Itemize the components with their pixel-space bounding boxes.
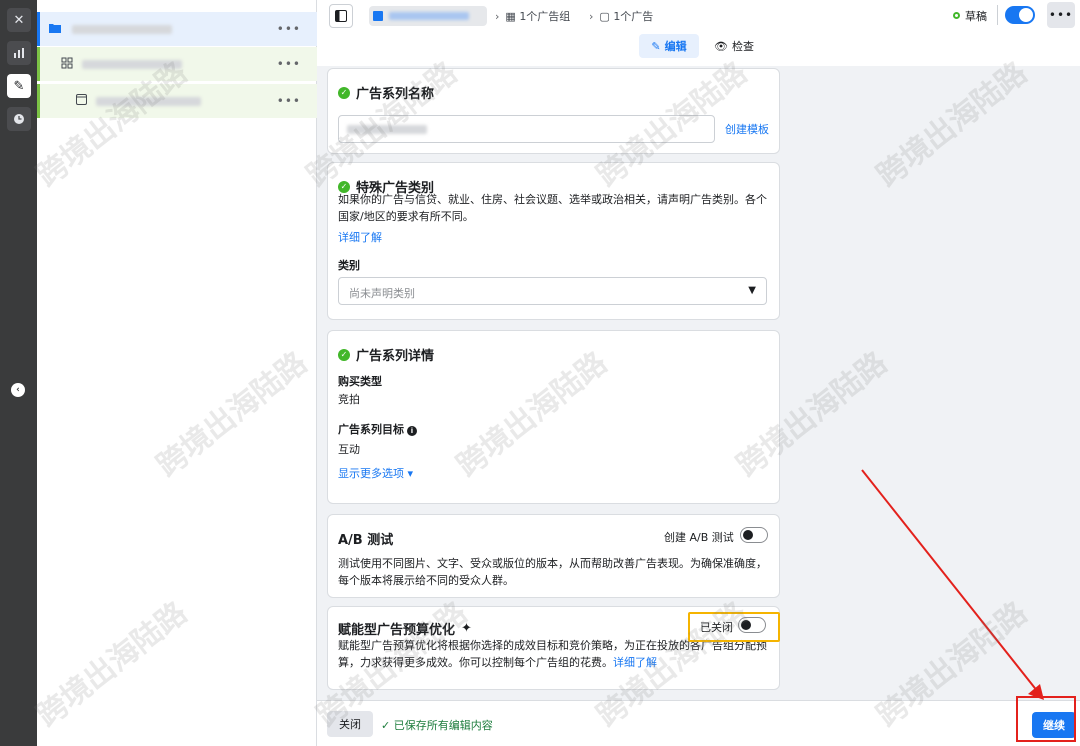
objective-label: 广告系列目标 i <box>338 421 417 437</box>
category-label: 类别 <box>338 259 360 272</box>
more-options-icon[interactable]: ••• <box>277 57 301 71</box>
learn-more-link[interactable]: 详细了解 <box>613 656 657 669</box>
more-options-icon[interactable]: ••• <box>277 94 301 108</box>
caret-down-icon: ▼ <box>748 285 756 296</box>
top-bar: › ▦ 1个广告组 › ▢ 1个广告 草稿 ••• ✎ 编辑 👁 检查 <box>317 0 1080 66</box>
campaign-name-redacted <box>72 24 172 34</box>
tree-item-campaign[interactable]: ••• <box>37 12 317 46</box>
campaign-tree-panel: ••• ••• ••• <box>37 0 317 746</box>
eye-icon: 👁 <box>714 39 728 53</box>
special-category-card: ✓ 特殊广告类别 如果你的广告与信贷、就业、住房、社会议题、选举或政治相关，请声… <box>327 162 780 320</box>
ad-icon <box>74 94 88 108</box>
clock-icon[interactable] <box>7 107 31 131</box>
sparkle-icon: ✦ <box>461 621 472 636</box>
adset-name-redacted <box>82 59 182 69</box>
info-icon[interactable]: i <box>407 426 417 436</box>
chart-icon[interactable] <box>7 41 31 65</box>
edit-mode-button[interactable]: ✎ 编辑 <box>639 34 699 58</box>
learn-more-link[interactable]: 详细了解 <box>338 229 382 245</box>
breadcrumb-ad[interactable]: › ▢ 1个广告 <box>589 8 653 24</box>
tree-item-adset[interactable]: ••• <box>37 47 317 81</box>
campaign-details-card: ✓ 广告系列详情 购买类型 竞拍 广告系列目标 i 互动 显示更多选项 ▾ <box>327 330 780 504</box>
ab-test-toggle-label: 创建 A/B 测试 <box>664 531 734 544</box>
close-icon[interactable]: ✕ <box>7 8 31 32</box>
breadcrumb-adset[interactable]: › ▦ 1个广告组 <box>495 8 570 24</box>
more-button[interactable]: ••• <box>1047 2 1075 28</box>
pencil-icon: ✎ <box>651 39 661 53</box>
objective-value: 互动 <box>338 443 360 456</box>
budget-description: 赋能型广告预算优化将根据你选择的成效目标和竞价策略，为正在投放的各广告组分配预算… <box>338 639 767 669</box>
buy-type-value: 竞拍 <box>338 393 360 406</box>
highlight-box-toggle <box>688 612 780 642</box>
edit-pencil-icon[interactable]: ✎ <box>7 74 31 98</box>
folder-icon <box>48 23 62 36</box>
ab-test-toggle[interactable] <box>740 527 768 543</box>
sidebar-toggle-icon[interactable] <box>329 4 353 28</box>
ad-name-redacted <box>96 96 201 106</box>
create-template-link[interactable]: 创建模板 <box>725 121 769 137</box>
ab-test-card: A/B 测试 创建 A/B 测试 测试使用不同图片、文字、受众或版位的版本，从而… <box>327 514 780 598</box>
saved-status: ✓ 已保存所有编辑内容 <box>381 719 493 732</box>
check-circle-icon: ✓ <box>338 348 350 361</box>
show-more-options-link[interactable]: 显示更多选项 ▾ <box>338 465 413 481</box>
bottom-bar: 关闭 ✓ 已保存所有编辑内容 继续 <box>317 700 1080 746</box>
close-button[interactable]: 关闭 <box>327 711 373 737</box>
check-circle-icon: ✓ <box>338 86 350 99</box>
category-select[interactable]: 尚未声明类别 ▼ <box>338 277 767 305</box>
ab-test-description: 测试使用不同图片、文字、受众或版位的版本，从而帮助改善广告表现。为确保准确度，每… <box>338 557 767 587</box>
status-badge: 草稿 <box>965 10 987 23</box>
breadcrumb-campaign[interactable] <box>369 6 487 26</box>
special-category-description: 如果你的广告与信贷、就业、住房、社会议题、选举或政治相关，请声明广告类别。各个国… <box>338 193 767 223</box>
campaign-name-input[interactable] <box>338 115 715 143</box>
review-mode-button[interactable]: 👁 检查 <box>709 34 759 58</box>
left-rail: ✕ ✎ ‹ <box>0 0 37 746</box>
ad-icon: ▢ <box>599 10 610 23</box>
editor-canvas: ✓ 广告系列名称 创建模板 ✓ 特殊广告类别 如果你的广告与信贷、就业、住房、社… <box>317 66 1080 700</box>
tree-item-ad[interactable]: ••• <box>37 84 317 118</box>
campaign-name-card: ✓ 广告系列名称 创建模板 <box>327 68 780 154</box>
adset-grid-icon: ▦ <box>505 10 516 23</box>
highlight-box-continue <box>1016 696 1076 742</box>
more-options-icon[interactable]: ••• <box>277 22 301 36</box>
collapse-chevron-icon[interactable]: ‹ <box>11 383 25 397</box>
buy-type-label: 购买类型 <box>338 375 382 388</box>
status-dot <box>953 12 960 19</box>
adset-grid-icon <box>60 57 74 72</box>
publish-toggle[interactable] <box>1005 6 1035 24</box>
